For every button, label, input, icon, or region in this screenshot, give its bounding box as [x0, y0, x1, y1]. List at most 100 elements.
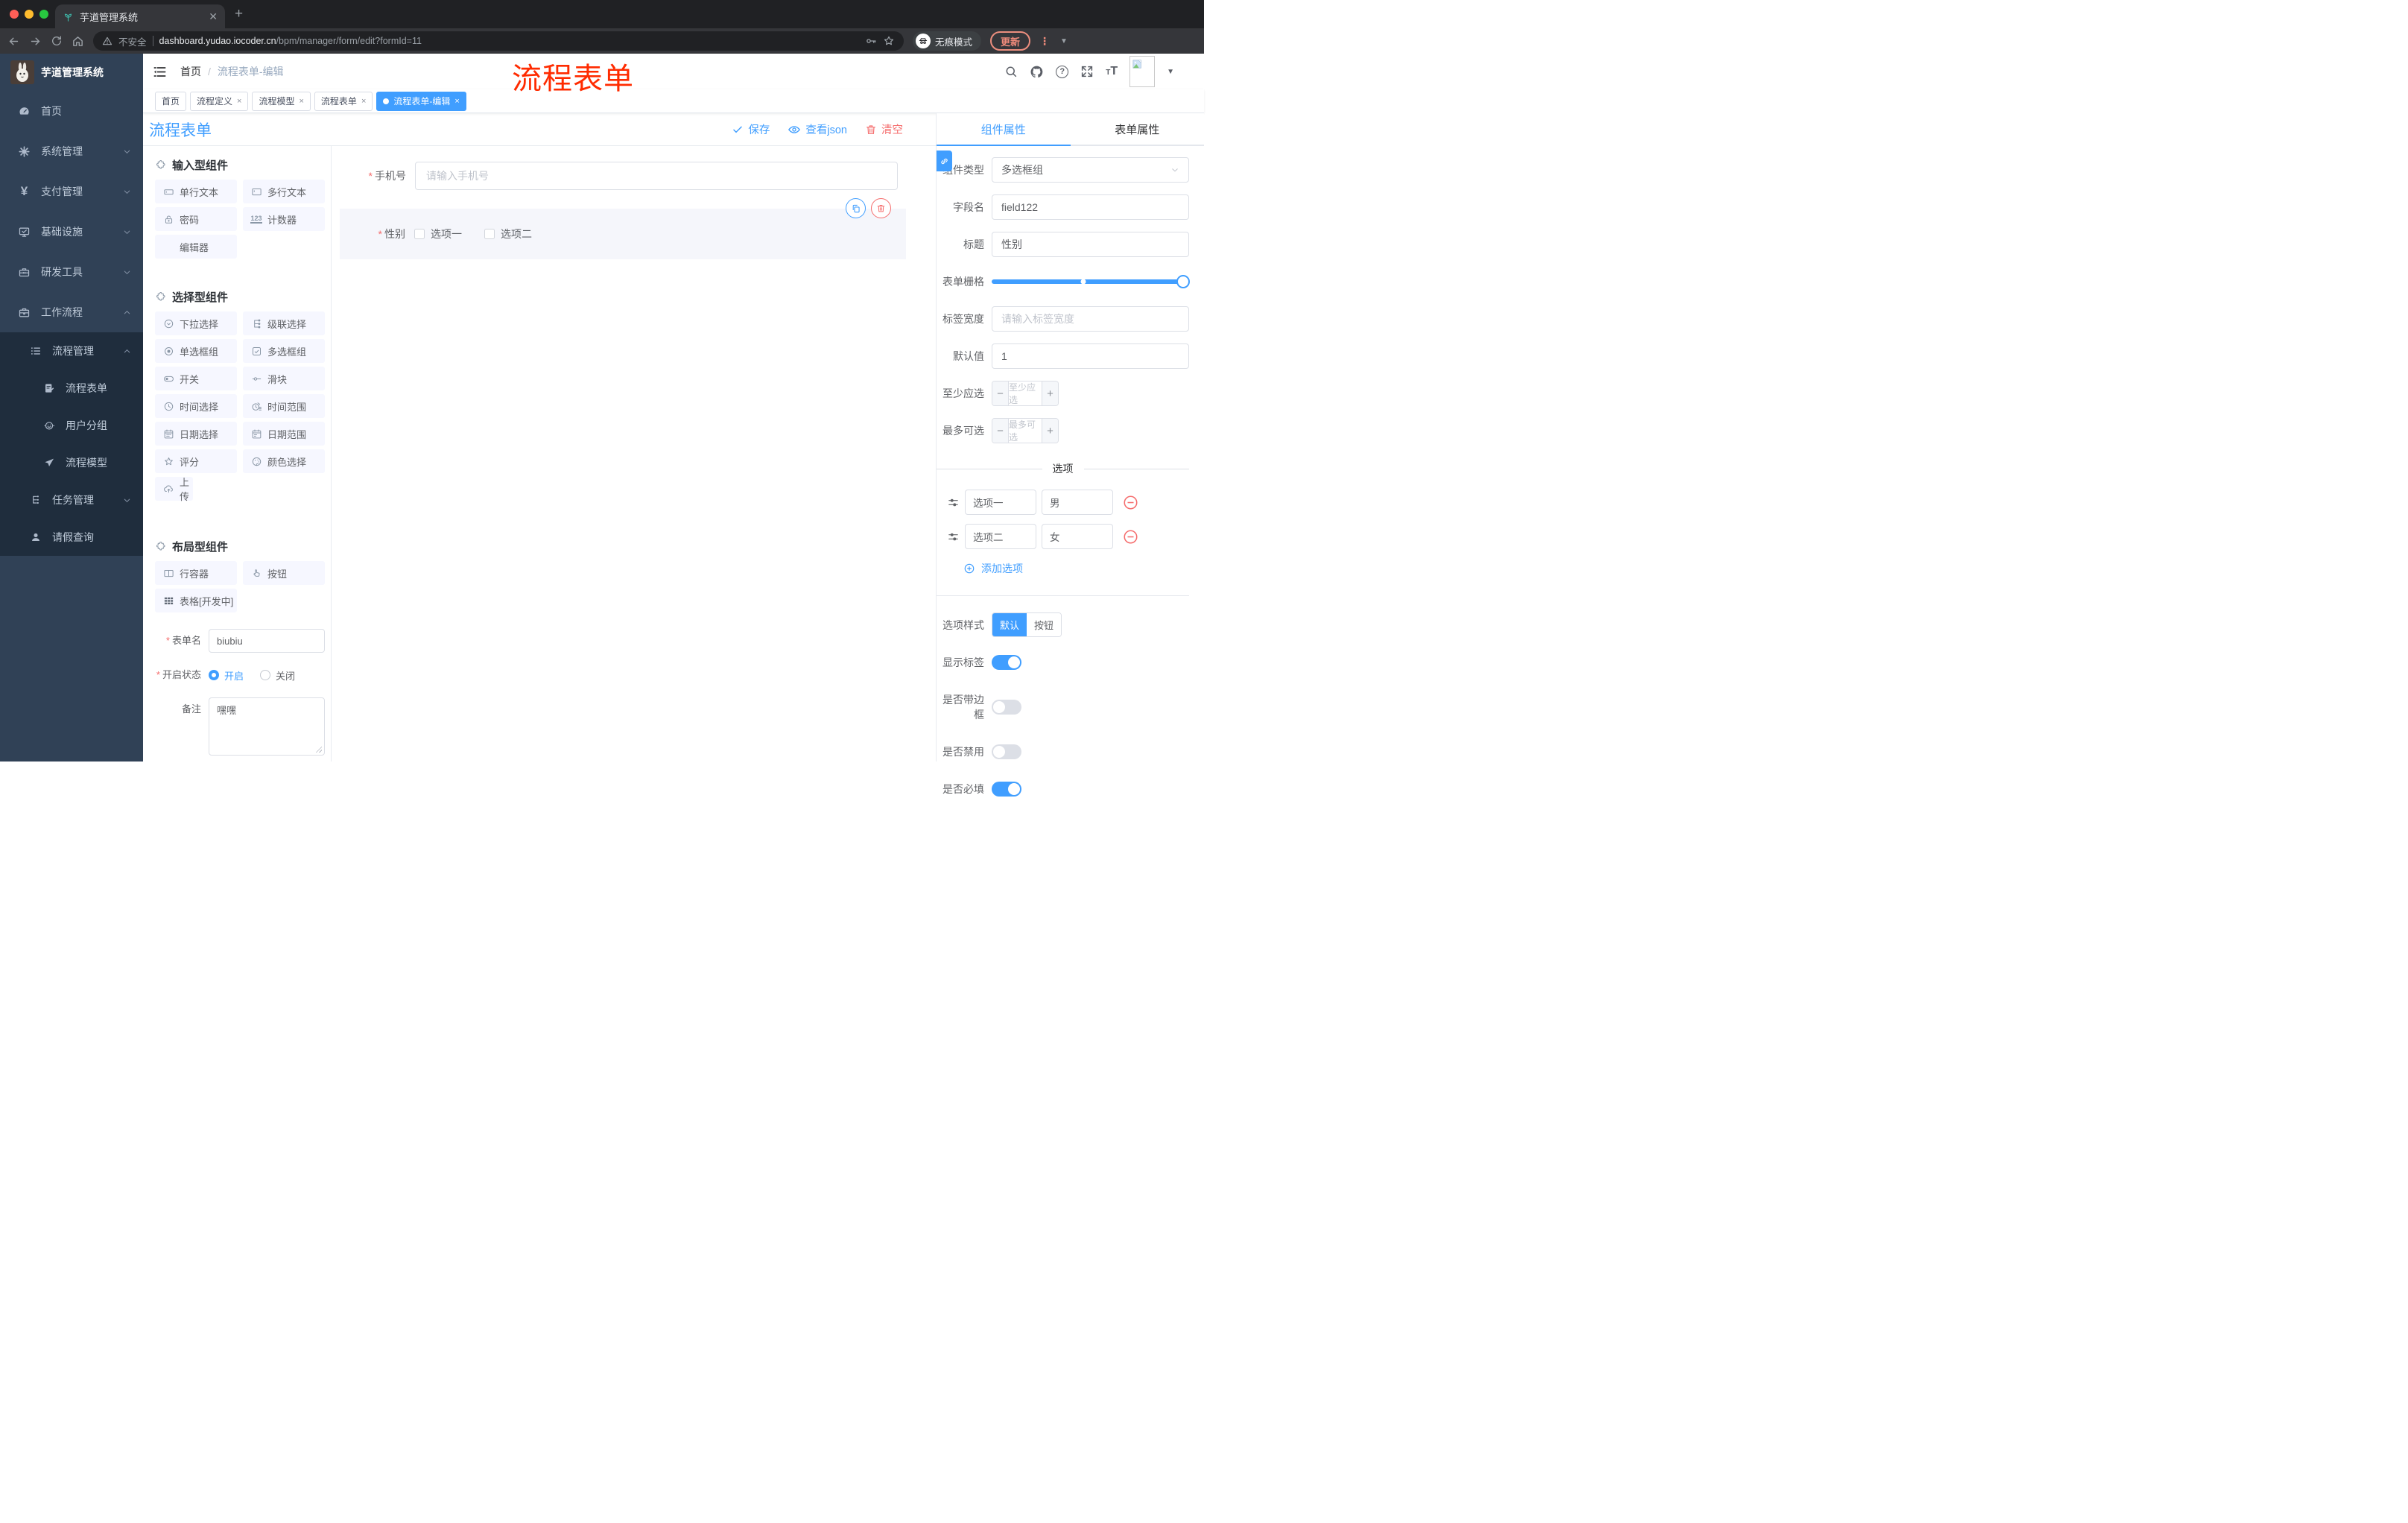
- sidebar-item-process-model[interactable]: 流程模型: [0, 444, 143, 481]
- tag-home[interactable]: 首页: [155, 91, 187, 111]
- tag-close-icon[interactable]: ×: [454, 97, 459, 106]
- palette-item-rate[interactable]: 评分: [155, 449, 237, 473]
- fullscreen-icon[interactable]: [1080, 65, 1094, 78]
- palette-item-upload[interactable]: 上传: [155, 477, 193, 502]
- browser-menu-icon[interactable]: ⋮: [1039, 35, 1050, 48]
- avatar[interactable]: [1129, 56, 1156, 87]
- tag-close-icon[interactable]: ×: [299, 97, 303, 106]
- home-icon[interactable]: [72, 35, 84, 48]
- required-toggle[interactable]: [992, 782, 1021, 797]
- minimize-window-button[interactable]: [25, 10, 34, 19]
- title-input[interactable]: 性别: [992, 232, 1189, 257]
- palette-item-counter[interactable]: 123 计数器: [243, 207, 325, 231]
- palette-item-row-container[interactable]: 行容器: [155, 561, 237, 585]
- palette-item-switch[interactable]: 开关: [155, 367, 237, 390]
- slider-handle[interactable]: [1176, 275, 1190, 288]
- default-value-input[interactable]: 1: [992, 343, 1189, 369]
- new-tab-button[interactable]: +: [235, 6, 243, 22]
- palette-item-checkbox-group[interactable]: 多选框组: [243, 339, 325, 363]
- show-label-toggle[interactable]: [992, 655, 1021, 670]
- drag-handle-icon[interactable]: [947, 496, 960, 509]
- tag-process-form[interactable]: 流程表单 ×: [314, 91, 373, 111]
- help-icon[interactable]: ?: [1056, 65, 1069, 78]
- option2-name-input[interactable]: 选项二: [965, 524, 1036, 549]
- remove-option-icon[interactable]: [1122, 494, 1139, 511]
- palette-item-time-range[interactable]: 时间范围: [243, 394, 325, 418]
- max-select-input[interactable]: 最多可选: [1009, 419, 1042, 443]
- palette-item-date-range[interactable]: 日期范围: [243, 422, 325, 446]
- sidebar-item-user-group[interactable]: 用户分组: [0, 407, 143, 444]
- add-option-button[interactable]: 添加选项: [963, 561, 1189, 576]
- status-on-radio[interactable]: [209, 670, 219, 680]
- save-button[interactable]: 保存: [732, 121, 770, 137]
- drag-handle-icon[interactable]: [947, 531, 960, 543]
- gender-option1-label[interactable]: 选项一: [431, 227, 462, 241]
- search-icon[interactable]: [1004, 65, 1018, 78]
- form-name-input[interactable]: biubiu: [209, 629, 325, 653]
- palette-item-single-text[interactable]: 单行文本: [155, 180, 237, 203]
- palette-item-color-picker[interactable]: 颜色选择: [243, 449, 325, 473]
- sidebar-item-system[interactable]: 系统管理: [0, 131, 143, 171]
- tab-form-props[interactable]: 表单属性: [1071, 113, 1205, 145]
- palette-item-multi-text[interactable]: 多行文本: [243, 180, 325, 203]
- tab-component-props[interactable]: 组件属性: [937, 113, 1071, 145]
- github-icon[interactable]: [1030, 65, 1044, 79]
- sidebar-item-leave-query[interactable]: 请假查询: [0, 519, 143, 556]
- style-default-button[interactable]: 默认: [992, 613, 1027, 636]
- forward-icon[interactable]: [29, 35, 42, 48]
- view-json-button[interactable]: 查看json: [788, 121, 847, 137]
- min-select-input[interactable]: 至少应选: [1009, 381, 1042, 405]
- tag-process-form-edit[interactable]: 流程表单-编辑 ×: [376, 91, 466, 111]
- sidebar-item-process-form[interactable]: 流程表单: [0, 370, 143, 407]
- palette-item-date-picker[interactable]: 日期选择: [155, 422, 237, 446]
- bookmark-star-icon[interactable]: [883, 35, 895, 47]
- tag-process-model[interactable]: 流程模型 ×: [252, 91, 311, 111]
- component-type-select[interactable]: 多选框组: [992, 157, 1189, 183]
- label-width-input[interactable]: 请输入标签宽度: [992, 306, 1189, 332]
- palette-item-table[interactable]: 表格[开发中]: [155, 589, 237, 612]
- form-canvas[interactable]: 手机号 请输入手机号 性别 选项一 选项二: [332, 146, 936, 762]
- link-handle[interactable]: [937, 151, 952, 171]
- clear-button[interactable]: 清空: [865, 121, 903, 137]
- sidebar-item-process-mgmt[interactable]: 流程管理: [0, 332, 143, 370]
- remove-option-icon[interactable]: [1122, 528, 1139, 545]
- field-name-input[interactable]: field122: [992, 194, 1189, 220]
- form-remark-textarea[interactable]: 嘿嘿: [209, 697, 325, 756]
- option2-value-input[interactable]: 女: [1042, 524, 1113, 549]
- palette-item-password[interactable]: 密码: [155, 207, 237, 231]
- zoom-window-button[interactable]: [39, 10, 48, 19]
- breadcrumb-home[interactable]: 首页: [180, 64, 201, 79]
- duplicate-component-button[interactable]: [846, 198, 866, 218]
- palette-item-slider[interactable]: 滑块: [243, 367, 325, 390]
- update-button[interactable]: 更新: [990, 31, 1031, 51]
- resize-grip[interactable]: [315, 746, 322, 753]
- sidebar-item-task-mgmt[interactable]: 任务管理: [0, 481, 143, 519]
- font-size-icon[interactable]: TT: [1106, 65, 1118, 78]
- tag-process-definition[interactable]: 流程定义 ×: [190, 91, 249, 111]
- palette-item-time-picker[interactable]: 时间选择: [155, 394, 237, 418]
- gender-option2-checkbox[interactable]: [484, 229, 495, 239]
- minus-icon[interactable]: −: [992, 381, 1009, 405]
- form-grid-slider[interactable]: [992, 269, 1190, 294]
- palette-item-radio-group[interactable]: 单选框组: [155, 339, 237, 363]
- tab-close-icon[interactable]: ✕: [209, 10, 218, 23]
- gender-option2-label[interactable]: 选项二: [501, 227, 532, 241]
- not-secure-label[interactable]: 不安全: [118, 34, 147, 48]
- delete-component-button[interactable]: [871, 198, 891, 218]
- address-bar[interactable]: 不安全 dashboard.yudao.iocoder.cn/bpm/manag…: [93, 31, 904, 51]
- password-key-icon[interactable]: [865, 35, 877, 47]
- canvas-field-phone[interactable]: 手机号 请输入手机号: [340, 162, 898, 190]
- avatar-dropdown-caret-icon[interactable]: ▼: [1167, 68, 1174, 76]
- gender-option1-checkbox[interactable]: [414, 229, 425, 239]
- sidebar-item-home[interactable]: 首页: [0, 91, 143, 131]
- disabled-toggle[interactable]: [992, 744, 1021, 759]
- not-secure-warning-icon[interactable]: [102, 36, 113, 46]
- status-on-label[interactable]: 开启: [224, 668, 244, 683]
- browser-tab[interactable]: 芋道管理系统 ✕: [55, 4, 225, 28]
- sidebar-item-payment[interactable]: ¥ 支付管理: [0, 171, 143, 212]
- sidebar-item-infra[interactable]: 基础设施: [0, 212, 143, 252]
- tag-close-icon[interactable]: ×: [361, 97, 366, 106]
- status-off-label[interactable]: 关闭: [276, 668, 295, 683]
- sidebar-item-devtools[interactable]: 研发工具: [0, 252, 143, 292]
- option1-name-input[interactable]: 选项一: [965, 490, 1036, 515]
